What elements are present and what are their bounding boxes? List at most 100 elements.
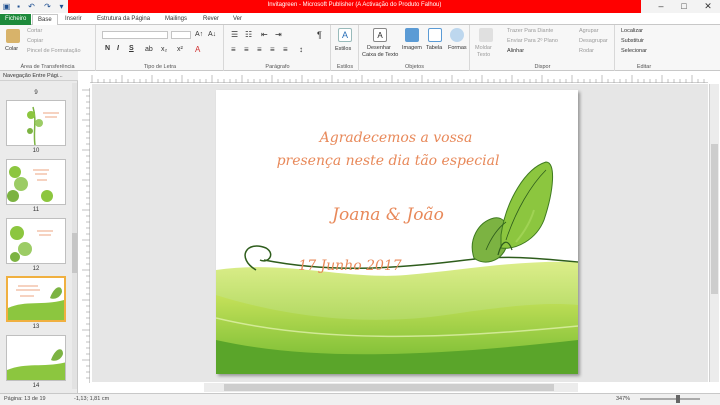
page-number-11: 11	[32, 207, 40, 213]
decrease-indent-icon[interactable]: ⇤	[261, 30, 268, 39]
page-number-9: 9	[34, 90, 38, 96]
font-size-combo[interactable]	[171, 31, 191, 39]
tab-home[interactable]: Base	[32, 14, 58, 25]
rotate-button[interactable]: Rodar	[579, 48, 594, 54]
font-color-icon[interactable]: A	[195, 45, 200, 54]
paste-icon[interactable]	[6, 29, 20, 43]
align-button[interactable]: Alinhar	[507, 48, 524, 54]
thumbnail-art	[8, 285, 64, 320]
picture-button[interactable]: Imagem	[402, 45, 422, 51]
window-title: Invitagreen - Microsoft Publisher (A Act…	[267, 2, 442, 8]
undo-icon[interactable]: ↶	[27, 2, 36, 11]
copy-button[interactable]: Copiar	[27, 38, 43, 44]
wrap-text-button-line2[interactable]: Texto	[477, 52, 490, 58]
page-thumbnail-11[interactable]	[6, 159, 66, 205]
styles-button[interactable]: Estilos	[335, 46, 351, 52]
app-icon[interactable]: ▣	[2, 2, 11, 11]
status-bar: Página: 13 de 19 -1,13; 1,81 cm 347%	[0, 393, 720, 405]
bring-forward-button[interactable]: Trazer Para Diante	[507, 28, 553, 34]
page-indicator[interactable]: Página: 13 de 19	[4, 396, 46, 402]
zoom-slider[interactable]	[640, 398, 700, 400]
superscript-icon[interactable]: x²	[177, 46, 183, 53]
thank-you-line-2[interactable]: presença neste dia tão especial	[277, 153, 500, 169]
horizontal-ruler[interactable]	[90, 73, 708, 83]
editing-group: Localizar Substituir Selecionar Editar	[616, 25, 672, 71]
select-button[interactable]: Selecionar	[621, 48, 647, 54]
shapes-button[interactable]: Formas	[448, 45, 467, 51]
format-painter-button[interactable]: Pincel de Formatação	[27, 48, 81, 54]
vertical-ruler[interactable]	[80, 88, 90, 383]
zoom-level[interactable]: 347%	[616, 396, 630, 402]
minimize-icon[interactable]: –	[650, 1, 672, 12]
numbering-icon[interactable]: ☷	[245, 30, 252, 39]
arrange-group-label: Dispor	[534, 64, 551, 70]
wrap-text-icon[interactable]	[479, 28, 493, 42]
font-name-combo[interactable]	[102, 31, 168, 39]
zoom-slider-handle[interactable]	[676, 395, 680, 403]
styles-icon[interactable]: A	[338, 28, 352, 42]
redo-icon[interactable]: ↷	[43, 2, 52, 11]
thank-you-line-1[interactable]: Agradecemos a vossa	[318, 130, 473, 146]
line-spacing-icon[interactable]: ↕	[299, 45, 303, 54]
align-center-icon[interactable]: ≡	[244, 45, 249, 54]
publication-page[interactable]: Agradecemos a vossa presença neste dia t…	[216, 90, 578, 374]
group-button[interactable]: Agrupar	[579, 28, 599, 34]
send-backward-button[interactable]: Enviar Para 2º Plano	[507, 38, 558, 44]
justify-icon[interactable]: ≡	[270, 45, 275, 54]
nav-pane-scrollbar[interactable]	[72, 83, 77, 389]
table-button[interactable]: Tabela	[426, 45, 442, 51]
vertical-scroll-thumb[interactable]	[711, 144, 718, 294]
draw-textbox-button-line2[interactable]: Caixa de Texto	[362, 52, 398, 58]
bold-button[interactable]: N	[105, 45, 110, 52]
tab-insert[interactable]: Inserir	[60, 14, 87, 25]
page-thumbnail-13[interactable]	[6, 276, 66, 322]
tab-review[interactable]: Rever	[198, 14, 224, 25]
increase-indent-icon[interactable]: ⇥	[275, 30, 282, 39]
underline-button[interactable]: S	[129, 45, 134, 52]
horizontal-scrollbar[interactable]	[204, 383, 578, 392]
table-icon[interactable]	[428, 28, 442, 42]
objects-group-label: Objetos	[405, 64, 424, 70]
tab-mailings[interactable]: Mailings	[160, 14, 192, 25]
paragraph-group-label: Parágrafo	[265, 64, 290, 70]
shapes-icon[interactable]	[450, 28, 464, 42]
page-thumbnail-14[interactable]	[6, 335, 66, 381]
strikethrough-icon[interactable]: ab	[145, 46, 153, 53]
page-number-10: 10	[32, 148, 40, 154]
maximize-icon[interactable]: □	[673, 1, 695, 12]
bullets-icon[interactable]: ☰	[231, 30, 238, 39]
tab-file[interactable]: Ficheiro	[0, 14, 31, 25]
page-thumbnail-12[interactable]	[6, 218, 66, 264]
styles-group: A Estilos Estilos	[332, 25, 359, 71]
paragraph-marks-icon[interactable]: ¶	[317, 30, 322, 40]
align-right-icon[interactable]: ≡	[257, 45, 262, 54]
subscript-icon[interactable]: x₂	[161, 46, 167, 53]
ribbon-tabs: Ficheiro Base Inserir Estrutura da Págin…	[0, 13, 720, 25]
event-date[interactable]: 17 Junho 2017	[298, 258, 402, 274]
replace-button[interactable]: Substituir	[621, 38, 644, 44]
distribute-icon[interactable]: ≡	[283, 45, 288, 54]
arrange-group: Moldar Texto Trazer Para Diante Enviar P…	[471, 25, 615, 71]
draw-textbox-button[interactable]: Desenhar	[367, 45, 391, 51]
cut-button[interactable]: Cortar	[27, 28, 42, 34]
wrap-text-button[interactable]: Moldar	[475, 45, 492, 51]
shrink-font-icon[interactable]: A↓	[208, 31, 216, 38]
tab-view[interactable]: Ver	[228, 14, 247, 25]
close-icon[interactable]: ✕	[697, 1, 719, 12]
textbox-icon[interactable]: A	[373, 28, 387, 42]
italic-button[interactable]: I	[117, 45, 119, 52]
grow-font-icon[interactable]: A↑	[195, 31, 203, 38]
tab-page-design[interactable]: Estrutura da Página	[92, 14, 155, 25]
ungroup-button[interactable]: Desagrupar	[579, 38, 608, 44]
paste-button[interactable]: Colar	[5, 46, 18, 52]
nav-pane-scroll-thumb[interactable]	[72, 233, 77, 273]
customize-qat-icon[interactable]: ▾	[57, 2, 66, 11]
picture-icon[interactable]	[405, 28, 419, 42]
page-thumbnail-10[interactable]	[6, 100, 66, 146]
couple-names[interactable]: Joana & João	[329, 205, 444, 225]
align-left-icon[interactable]: ≡	[231, 45, 236, 54]
vertical-scrollbar[interactable]	[709, 84, 719, 382]
horizontal-scroll-thumb[interactable]	[224, 384, 554, 391]
find-button[interactable]: Localizar	[621, 28, 643, 34]
save-icon[interactable]: ▪	[14, 2, 23, 11]
